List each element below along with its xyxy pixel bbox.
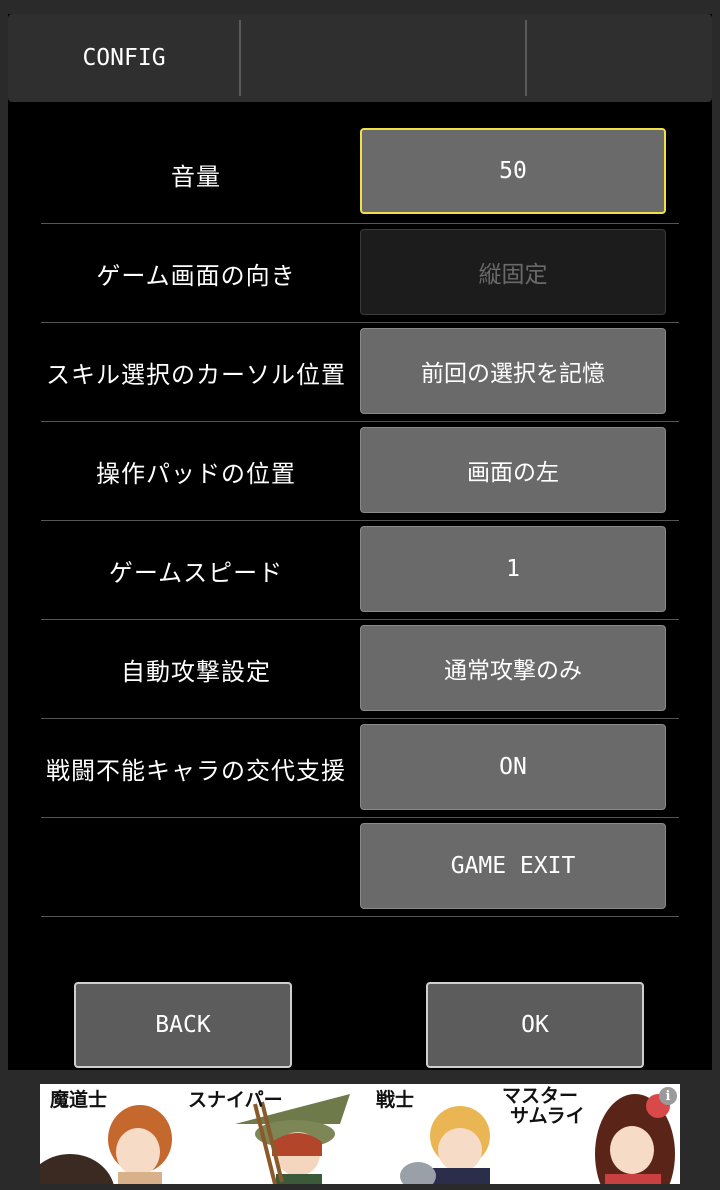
skill-cursor-button[interactable]: 前回の選択を記憶 xyxy=(360,328,666,414)
setting-label-orientation: ゲーム画面の向き xyxy=(96,262,296,290)
ad-character-warrior xyxy=(400,1106,490,1184)
setting-label-volume: 音量 xyxy=(171,163,221,191)
swap-support-button[interactable]: ON xyxy=(360,724,666,810)
ad-label-samurai: サムライ xyxy=(510,1105,585,1127)
ad-label-warrior: 戦士 xyxy=(376,1089,415,1111)
setting-label-auto-attack: 自動攻撃設定 xyxy=(121,658,271,686)
tab-config[interactable]: CONFIG xyxy=(8,14,240,102)
ad-banner[interactable]: 魔道士 スナイパー 戦士 マスター サムライ i xyxy=(40,1084,680,1184)
tab-empty-3[interactable] xyxy=(527,14,712,102)
ad-character-mage xyxy=(40,1105,172,1184)
setting-label-skill-cursor: スキル選択のカーソル位置 xyxy=(46,361,346,389)
orientation-button: 縦固定 xyxy=(360,229,666,315)
tab-bar: CONFIG xyxy=(8,14,712,102)
back-button[interactable]: BACK xyxy=(74,982,292,1068)
volume-button[interactable]: 50 xyxy=(360,128,666,214)
setting-label-swap-support: 戦闘不能キャラの交代支援 xyxy=(46,757,346,785)
config-screen: CONFIG 音量 50 ゲーム画面の向き 縦固定 スキル選択のカーソル位置 前… xyxy=(8,14,712,1070)
ad-info-icon[interactable]: i xyxy=(659,1087,677,1105)
game-speed-button[interactable]: 1 xyxy=(360,526,666,612)
setting-label-pad-position: 操作パッドの位置 xyxy=(96,460,296,488)
row-divider xyxy=(41,916,679,917)
ad-illustration xyxy=(40,1094,675,1184)
setting-label-empty xyxy=(26,818,366,917)
ad-label-mage: 魔道士 xyxy=(50,1089,108,1111)
auto-attack-button[interactable]: 通常攻撃のみ xyxy=(360,625,666,711)
ad-character-samurai xyxy=(595,1094,675,1184)
ad-label-sniper: スナイパー xyxy=(188,1089,283,1111)
tab-empty-2[interactable] xyxy=(241,14,525,102)
pad-position-button[interactable]: 画面の左 xyxy=(360,427,666,513)
ok-button[interactable]: OK xyxy=(426,982,644,1068)
setting-label-game-speed: ゲームスピード xyxy=(108,559,284,587)
ad-label-master: マスター xyxy=(502,1085,579,1107)
game-exit-button[interactable]: GAME EXIT xyxy=(360,823,666,909)
